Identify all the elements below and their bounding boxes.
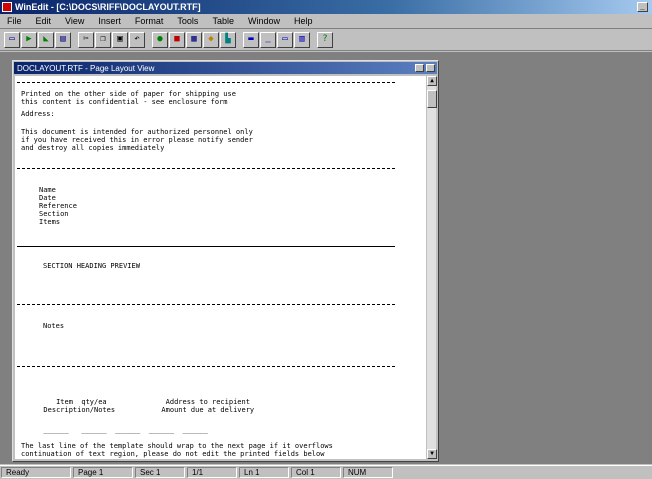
document-window[interactable]: DOCLAYOUT.RTF - Page Layout View Printed… xyxy=(12,60,439,462)
doc-line: SECTION HEADING PREVIEW xyxy=(43,262,140,270)
status-num: NUM xyxy=(343,467,393,478)
status-line: Ln 1 xyxy=(239,467,289,478)
mdi-workspace: DOCLAYOUT.RTF - Page Layout View Printed… xyxy=(0,52,652,464)
doc-maximize-button[interactable] xyxy=(426,64,435,72)
title-bar: WinEdit - [C:\DOCS\RIFF\DOCLAYOUT.RTF] _ xyxy=(0,0,652,14)
doc-line: Reference xyxy=(39,202,77,210)
status-column: Col 1 xyxy=(291,467,341,478)
columns-icon[interactable]: ‗ xyxy=(260,31,276,48)
menu-insert[interactable]: Insert xyxy=(91,16,128,26)
doc-line: Name xyxy=(39,186,56,194)
window-controls: _ xyxy=(637,2,648,12)
scroll-up-icon[interactable]: ▲ xyxy=(427,76,437,86)
menu-window[interactable]: Window xyxy=(241,16,287,26)
paste-icon[interactable]: ▣ xyxy=(112,31,128,48)
help-icon[interactable]: ? xyxy=(317,31,333,48)
italic-icon[interactable]: ■ xyxy=(169,31,185,48)
bold-icon[interactable]: ● xyxy=(152,31,168,48)
zoom-icon[interactable]: ▥ xyxy=(294,31,310,48)
color-icon[interactable]: ◆ xyxy=(203,31,219,48)
new-icon[interactable]: ▭ xyxy=(4,31,20,48)
copy-icon[interactable]: ❐ xyxy=(95,31,111,48)
vertical-scrollbar[interactable]: ▲ ▼ xyxy=(426,76,437,459)
dashed-rule xyxy=(17,304,395,305)
dashed-rule xyxy=(17,366,395,367)
menu-edit[interactable]: Edit xyxy=(29,16,59,26)
doc-line: Item qty/ea Address to recipient xyxy=(35,398,250,406)
save-icon[interactable]: ◣ xyxy=(38,31,54,48)
undo-icon[interactable]: ↶ xyxy=(129,31,145,48)
window-title: WinEdit - [C:\DOCS\RIFF\DOCLAYOUT.RTF] xyxy=(15,2,201,12)
dashed-rule xyxy=(17,82,395,83)
menu-table[interactable]: Table xyxy=(205,16,241,26)
doc-line: Printed on the other side of paper for s… xyxy=(21,90,236,98)
table-icon[interactable]: ▬ xyxy=(243,31,259,48)
print-icon[interactable]: ▤ xyxy=(55,31,71,48)
underline-icon[interactable]: ▦ xyxy=(186,31,202,48)
menu-file[interactable]: File xyxy=(0,16,29,26)
doc-minimize-button[interactable] xyxy=(415,64,424,72)
menu-help[interactable]: Help xyxy=(287,16,320,26)
toolbar: ▭ ▶ ◣ ▤ ✂ ❐ ▣ ↶ ● ■ ▦ ◆ ▙ ▬ ‗ ▭ ▥ ? xyxy=(0,29,652,51)
status-section: Sec 1 xyxy=(135,467,185,478)
doc-line: Description/Notes Amount due at delivery xyxy=(35,406,255,414)
doc-line: Items xyxy=(39,218,61,226)
status-page: Page 1 xyxy=(73,467,133,478)
doc-line: Date xyxy=(39,194,56,202)
cut-icon[interactable]: ✂ xyxy=(78,31,94,48)
doc-line: if you have received this in error pleas… xyxy=(21,136,253,144)
image-icon[interactable]: ▙ xyxy=(220,31,236,48)
doc-line: Section xyxy=(39,210,69,218)
doc-line: ______ ______ ______ ______ ______ xyxy=(35,426,208,434)
status-ready: Ready xyxy=(1,467,71,478)
document-title-bar: DOCLAYOUT.RTF - Page Layout View xyxy=(14,62,437,74)
solid-rule xyxy=(17,246,395,247)
doc-line: The last line of the template should wra… xyxy=(21,442,333,450)
menu-bar: File Edit View Insert Format Tools Table… xyxy=(0,14,652,29)
document-title: DOCLAYOUT.RTF - Page Layout View xyxy=(17,63,155,73)
doc-line: This document is intended for authorized… xyxy=(21,128,253,136)
scroll-down-icon[interactable]: ▼ xyxy=(427,449,437,459)
app-icon[interactable] xyxy=(2,2,12,12)
minimize-button[interactable]: _ xyxy=(637,2,648,12)
menu-tools[interactable]: Tools xyxy=(170,16,205,26)
doc-line: and destroy all copies immediately xyxy=(21,144,165,152)
doc-line: Address: xyxy=(21,110,55,118)
menu-format[interactable]: Format xyxy=(128,16,171,26)
frame-icon[interactable]: ▭ xyxy=(277,31,293,48)
status-pages: 1/1 xyxy=(187,467,237,478)
scroll-thumb[interactable] xyxy=(427,90,437,108)
menu-view[interactable]: View xyxy=(58,16,91,26)
dashed-rule xyxy=(17,168,395,169)
doc-line: Notes xyxy=(43,322,65,330)
status-bar: Ready Page 1 Sec 1 1/1 Ln 1 Col 1 NUM xyxy=(0,465,652,479)
open-icon[interactable]: ▶ xyxy=(21,31,37,48)
doc-line: continuation of text region, please do n… xyxy=(21,450,325,458)
doc-line: this content is confidential - see enclo… xyxy=(21,98,228,106)
document-body[interactable]: Printed on the other side of paper for s… xyxy=(15,76,426,459)
